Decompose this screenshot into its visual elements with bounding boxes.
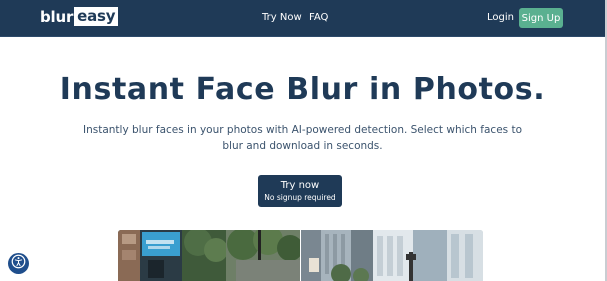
example-photo-city (301, 230, 483, 281)
signup-button[interactable]: Sign Up (519, 8, 563, 28)
accessibility-button[interactable] (8, 253, 29, 274)
example-photos (118, 230, 483, 281)
cta-main-label: Try now (280, 179, 320, 191)
accessibility-icon (11, 254, 26, 273)
logo[interactable]: blur easy (40, 7, 119, 26)
navbar: blur easy Try Now FAQ Login Sign Up (0, 0, 605, 37)
try-now-button[interactable]: Try now No signup required (258, 175, 342, 207)
nav-link-faq[interactable]: FAQ (309, 12, 328, 23)
hero-title: Instant Face Blur in Photos. (59, 72, 546, 107)
hero-subtitle: Instantly blur faces in your photos with… (82, 124, 523, 152)
logo-text-easy: easy (74, 7, 119, 26)
login-link[interactable]: Login (487, 12, 514, 23)
logo-text-blur: blur (40, 7, 74, 26)
nav-link-try-now[interactable]: Try Now (262, 12, 302, 23)
example-photo-street (118, 230, 300, 281)
cta-sub-label: No signup required (264, 192, 336, 202)
